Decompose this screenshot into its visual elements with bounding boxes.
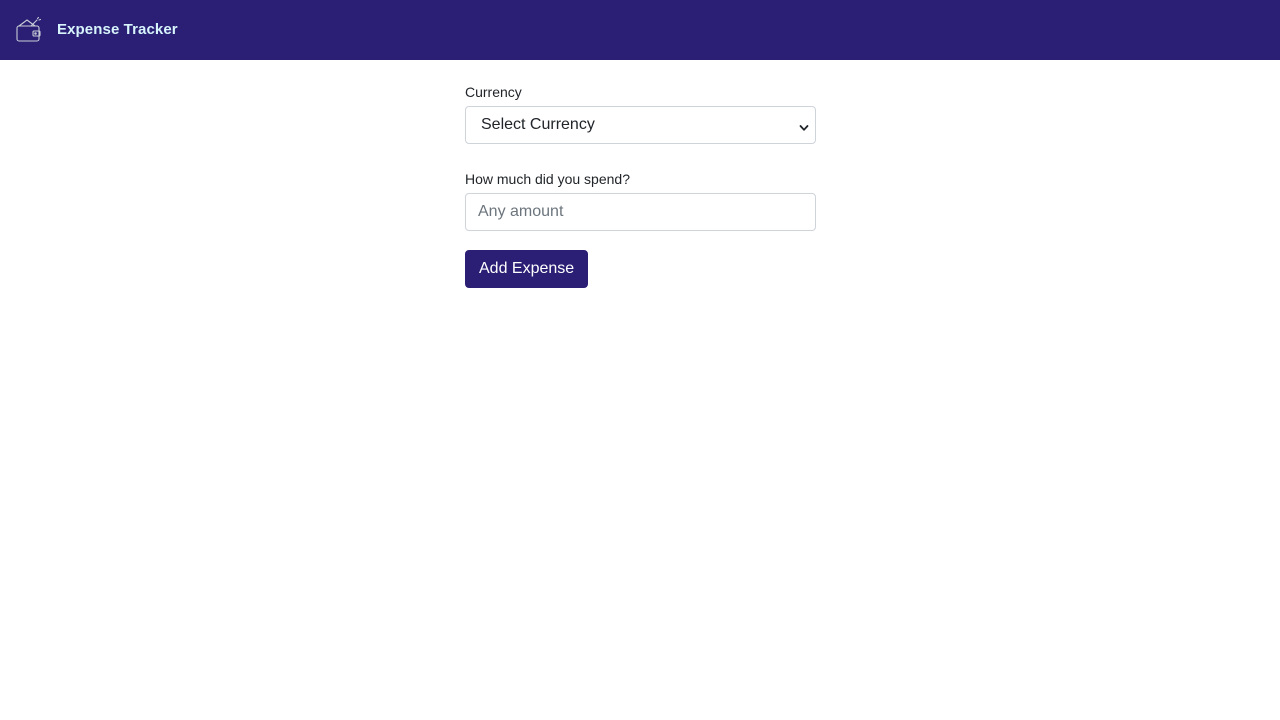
- currency-select[interactable]: Select Currency: [465, 106, 816, 144]
- chevron-down-icon: [799, 120, 809, 131]
- top-navbar: Expense Tracker: [0, 0, 1280, 60]
- expense-form: Currency Select Currency How much did yo…: [465, 82, 816, 288]
- amount-label: How much did you spend?: [465, 171, 630, 187]
- add-expense-button[interactable]: Add Expense: [465, 250, 589, 288]
- currency-select-value: Select Currency: [481, 116, 595, 133]
- wallet-icon[interactable]: [15, 16, 43, 44]
- amount-input[interactable]: [466, 194, 815, 230]
- amount-field: [465, 193, 816, 231]
- currency-label: Currency: [465, 84, 522, 100]
- app-title[interactable]: Expense Tracker: [57, 20, 178, 40]
